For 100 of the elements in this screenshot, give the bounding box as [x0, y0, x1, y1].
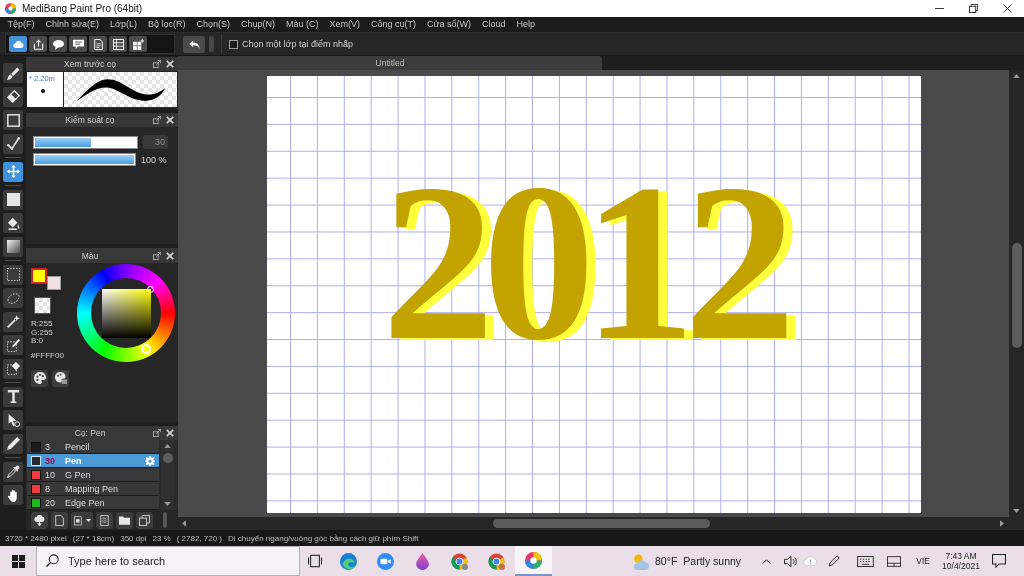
selection-eraser-tool[interactable] — [3, 358, 23, 379]
palette-grid-button[interactable] — [52, 369, 69, 387]
text-tool[interactable] — [3, 386, 23, 407]
keyboard-icon[interactable] — [857, 555, 875, 567]
brush-item[interactable]: 20 Edge Pen — [27, 496, 159, 510]
menu-item[interactable]: Chụp(N) — [235, 18, 281, 31]
scroll-down-icon[interactable] — [1013, 509, 1020, 513]
popout-icon[interactable] — [153, 60, 161, 68]
close-icon[interactable] — [166, 116, 174, 124]
cloud-button[interactable] — [9, 36, 27, 52]
resize-handle[interactable] — [163, 512, 167, 528]
menu-item[interactable]: Help — [511, 18, 541, 31]
brush-item[interactable]: 10 G Pen — [27, 468, 159, 482]
speaker-icon[interactable] — [784, 555, 798, 567]
brush-item[interactable]: 3 Pencil — [27, 440, 159, 454]
pen-tool[interactable] — [3, 433, 23, 454]
slider[interactable] — [33, 135, 138, 149]
menu-item[interactable]: Lớp(L) — [104, 18, 143, 31]
undo-button[interactable] — [183, 35, 205, 53]
restore-icon — [968, 4, 978, 13]
duplicate-button[interactable] — [136, 511, 153, 529]
scroll-down-icon[interactable] — [164, 502, 171, 506]
menu-item[interactable]: Tệp(F) — [2, 18, 40, 31]
eyedropper-tool[interactable] — [3, 461, 23, 482]
polyline-tool[interactable] — [3, 133, 23, 154]
menu-item[interactable]: Chỉnh sửa(E) — [40, 18, 105, 31]
close-icon[interactable] — [166, 60, 174, 68]
temperature[interactable]: 80°F — [655, 555, 678, 567]
scrollbar-thumb[interactable] — [1011, 243, 1022, 348]
new-brush-button[interactable] — [51, 511, 68, 529]
palette-icon — [33, 372, 46, 384]
screen-icon[interactable] — [887, 555, 902, 567]
weather-condition[interactable]: Partly sunny — [683, 555, 742, 567]
color-channel-value: R:255 — [31, 320, 54, 329]
pen-icon[interactable] — [828, 555, 841, 567]
scroll-left-icon[interactable] — [182, 520, 186, 527]
menu-item[interactable]: Bộ lọc(R) — [142, 18, 191, 31]
gradient-tool[interactable] — [3, 236, 23, 257]
script-button[interactable] — [96, 511, 113, 529]
brush-item[interactable]: 8 Mapping Pen — [27, 482, 159, 496]
settings-icon[interactable] — [145, 455, 155, 466]
pen-icon — [6, 437, 20, 450]
clock-time[interactable]: 7:43 AM — [945, 551, 977, 561]
color-swatch-icon[interactable] — [47, 276, 61, 290]
selection-pen-tool[interactable] — [3, 335, 23, 355]
menu-item[interactable]: Cửa sổ(W) — [421, 18, 477, 31]
palette-button[interactable] — [31, 369, 48, 387]
popout-icon[interactable] — [153, 251, 161, 260]
grid-plus-icon — [132, 38, 144, 50]
scroll-up-icon[interactable] — [164, 444, 171, 448]
menu-item[interactable]: Xem(V) — [324, 18, 366, 31]
bucket-tool[interactable] — [3, 213, 23, 233]
pointer-tool[interactable] — [3, 410, 23, 430]
fill-tool[interactable] — [3, 189, 23, 210]
chevron-up-icon[interactable] — [762, 558, 772, 564]
checkbox[interactable] — [229, 39, 238, 49]
language-indicator[interactable]: VIE — [916, 556, 930, 566]
checkerboard-swatch-icon[interactable] — [34, 297, 51, 314]
panel-title: Kiểm soát cọ — [64, 115, 116, 125]
notification-icon[interactable] — [992, 554, 1006, 568]
value-label: 100 % — [141, 154, 167, 165]
cloud-download-icon — [34, 514, 45, 526]
menu-item[interactable]: Công cụ(T) — [365, 18, 422, 31]
copy-brush-button[interactable] — [71, 511, 93, 529]
close-icon[interactable] — [166, 251, 174, 260]
folder-button[interactable] — [116, 511, 133, 529]
move-tool[interactable] — [3, 161, 23, 182]
color-swatch-icon[interactable] — [31, 268, 47, 284]
popout-icon[interactable] — [153, 429, 161, 437]
droplet-icon — [414, 552, 431, 570]
toolbar-handle[interactable] — [209, 36, 214, 52]
hue-marker-icon[interactable] — [141, 344, 151, 354]
menu-item[interactable]: Cloud — [476, 18, 512, 31]
menu-item[interactable]: Màu (C) — [280, 18, 325, 31]
scrollbar-thumb[interactable] — [493, 519, 710, 528]
document-tab[interactable]: Untitled — [178, 56, 602, 70]
value-field[interactable]: 30 — [143, 135, 168, 149]
marquee-tool[interactable] — [3, 264, 23, 285]
brush-tool[interactable] — [3, 63, 23, 83]
search-field[interactable]: Type here to search — [36, 546, 300, 576]
magic-wand-tool[interactable] — [3, 311, 23, 332]
share-button[interactable] — [29, 36, 47, 52]
grid-button[interactable] — [129, 36, 147, 52]
taskbar-app[interactable] — [515, 546, 552, 576]
speech-bubble-button[interactable] — [49, 36, 67, 52]
close-icon[interactable] — [166, 429, 174, 437]
scroll-right-icon[interactable] — [1000, 520, 1004, 527]
square-tool[interactable] — [3, 110, 23, 130]
eraser-tool[interactable] — [3, 86, 23, 107]
list-button[interactable] — [109, 36, 127, 52]
scroll-up-icon[interactable] — [1013, 74, 1020, 78]
menu-item[interactable]: Chọn(S) — [191, 18, 236, 31]
saturation-value-square[interactable] — [101, 288, 151, 338]
document-button[interactable] — [89, 36, 107, 52]
message-button[interactable] — [69, 36, 87, 52]
hand-tool[interactable] — [3, 485, 23, 505]
popout-icon[interactable] — [153, 116, 161, 124]
cloud-download-button[interactable] — [31, 511, 48, 529]
scrollbar-thumb[interactable] — [162, 453, 173, 463]
clock-date[interactable]: 10/4/2021 — [942, 561, 980, 571]
